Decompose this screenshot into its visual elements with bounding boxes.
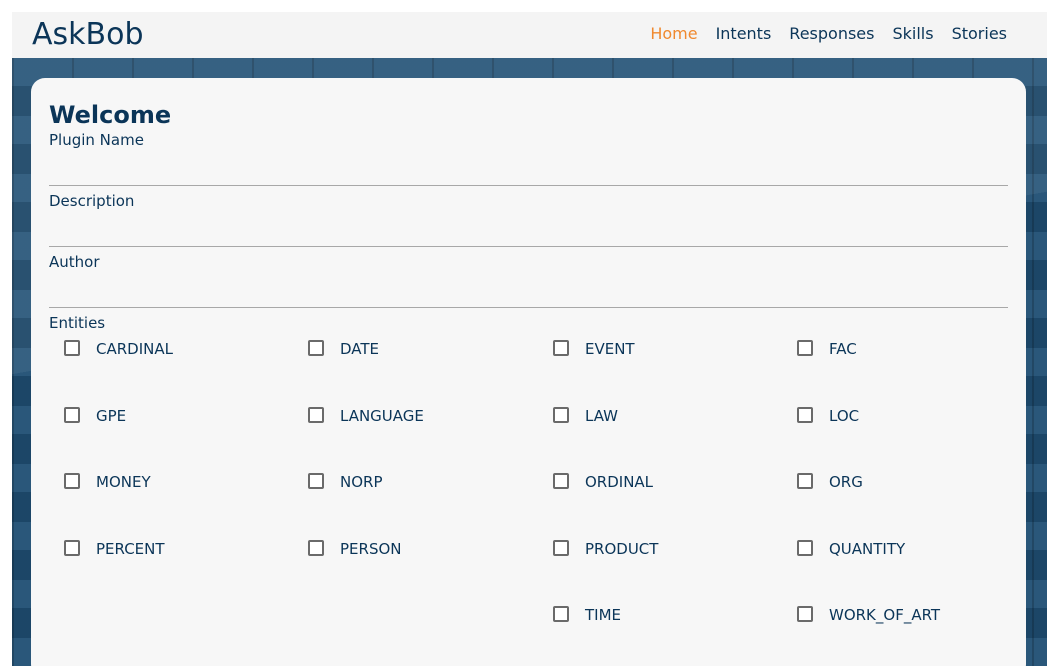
author-field: Author [49, 252, 1008, 308]
entities-label: Entities [49, 314, 106, 332]
entity-label: QUANTITY [829, 539, 906, 558]
entity-checkbox-percent[interactable]: PERCENT [49, 533, 293, 600]
nav-home[interactable]: Home [650, 24, 697, 43]
entity-checkbox-loc[interactable]: LOC [782, 400, 1008, 467]
checkbox-box[interactable] [308, 340, 324, 356]
checkbox-box[interactable] [797, 539, 813, 556]
nav-responses[interactable]: Responses [789, 24, 874, 43]
entity-label: LOC [829, 406, 860, 425]
checkbox-box[interactable] [308, 539, 324, 556]
nav-intents[interactable]: Intents [716, 24, 772, 43]
plugin-name-field: Plugin Name [49, 130, 1008, 186]
checkbox-box[interactable] [64, 406, 80, 423]
main-nav: Home Intents Responses Skills Stories [650, 12, 1007, 54]
entity-label: PERSON [340, 539, 402, 558]
entity-label: ORDINAL [585, 473, 654, 491]
checkbox-box[interactable] [553, 539, 569, 556]
entity-label: TIME [585, 606, 622, 624]
checkbox-box[interactable] [553, 473, 569, 489]
entity-label: MONEY [96, 473, 151, 491]
entity-checkbox-language[interactable]: LANGUAGE [293, 400, 538, 467]
entity-checkbox-cardinal[interactable]: CARDINAL [49, 333, 293, 400]
plugin-name-input[interactable] [49, 150, 1008, 186]
entity-checkbox-fac[interactable]: FAC [782, 333, 1008, 400]
entity-checkbox-money[interactable]: MONEY [49, 466, 293, 533]
checkbox-box[interactable] [553, 340, 569, 356]
plugin-name-label: Plugin Name [49, 131, 144, 149]
description-field: Description [49, 191, 1008, 247]
checkbox-box[interactable] [797, 473, 813, 489]
entity-checkbox-gpe[interactable]: GPE [49, 400, 293, 467]
nav-skills[interactable]: Skills [892, 24, 933, 43]
page: AskBob Home Intents Responses Skills Sto… [0, 0, 1047, 666]
entity-checkbox-law[interactable]: LAW [538, 400, 782, 467]
entity-label: PERCENT [96, 539, 165, 558]
entity-label: LANGUAGE [340, 406, 424, 425]
entities-grid: CARDINAL DATE EVENT FAC GPE LANGUAGE LAW… [49, 333, 1008, 666]
checkbox-box[interactable] [797, 406, 813, 423]
nav-stories[interactable]: Stories [952, 24, 1007, 43]
checkbox-box[interactable] [308, 473, 324, 489]
entity-label: GPE [96, 406, 127, 425]
description-label: Description [49, 192, 135, 210]
top-header: AskBob Home Intents Responses Skills Sto… [12, 12, 1047, 58]
entity-label: ORG [829, 473, 863, 491]
entity-checkbox-quantity[interactable]: QUANTITY [782, 533, 1008, 600]
entity-label: LAW [585, 406, 618, 425]
card-title: Welcome [49, 101, 172, 129]
entity-checkbox-event[interactable]: EVENT [538, 333, 782, 400]
entity-checkbox-product[interactable]: PRODUCT [538, 533, 782, 600]
description-input[interactable] [49, 211, 1008, 247]
entity-label: PRODUCT [585, 539, 659, 558]
author-input[interactable] [49, 272, 1008, 308]
checkbox-box[interactable] [64, 340, 80, 356]
entity-checkbox-person[interactable]: PERSON [293, 533, 538, 600]
entity-checkbox-norp[interactable]: NORP [293, 466, 538, 533]
entity-label: CARDINAL [96, 340, 173, 358]
entity-label: DATE [340, 340, 380, 358]
checkbox-box[interactable] [64, 473, 80, 489]
entity-label: FAC [829, 340, 857, 358]
brand-logo[interactable]: AskBob [32, 15, 144, 55]
checkbox-box[interactable] [797, 340, 813, 356]
entity-checkbox-work-of-art[interactable]: WORK_OF_ART [782, 599, 1008, 666]
checkbox-box[interactable] [308, 406, 324, 423]
welcome-card: Welcome Plugin Name Description Author E… [31, 78, 1026, 666]
entity-checkbox-ordinal[interactable]: ORDINAL [538, 466, 782, 533]
entity-checkbox-org[interactable]: ORG [782, 466, 1008, 533]
entity-label: EVENT [585, 340, 635, 358]
entity-checkbox-date[interactable]: DATE [293, 333, 538, 400]
checkbox-box[interactable] [553, 406, 569, 423]
author-label: Author [49, 253, 100, 271]
entity-label: NORP [340, 473, 383, 491]
entity-label: WORK_OF_ART [829, 606, 941, 624]
checkbox-box[interactable] [553, 606, 569, 622]
checkbox-box[interactable] [64, 539, 80, 556]
checkbox-box[interactable] [797, 606, 813, 622]
entity-checkbox-time[interactable]: TIME [538, 599, 782, 666]
